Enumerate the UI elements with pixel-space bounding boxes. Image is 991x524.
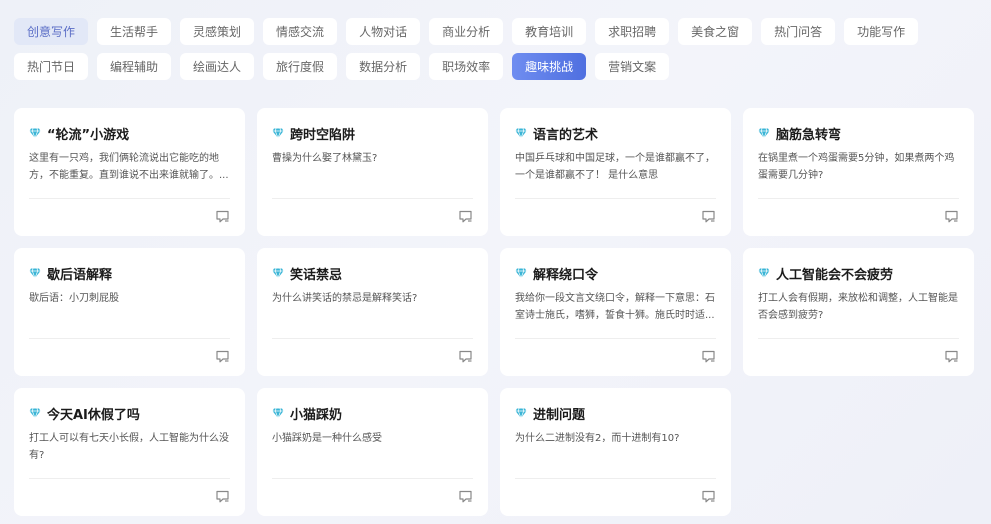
diamond-icon <box>272 408 284 419</box>
card-title-text: “轮流”小游戏 <box>47 127 130 143</box>
card-description: 这里有一只鸡，我们俩轮流说出它能吃的地方，不能重复。直到谁说不出来谁就输了。..… <box>29 153 229 181</box>
diamond-icon <box>515 128 527 139</box>
chat-icon[interactable] <box>701 349 716 364</box>
card-divider <box>758 338 959 339</box>
category-tag[interactable]: 情感交流 <box>263 18 338 45</box>
card-title: 脑筋急转弯 <box>758 123 959 143</box>
card-title: “轮流”小游戏 <box>29 123 230 143</box>
card-description: 打工人会有假期，来放松和调整，人工智能是否会感到疲劳? <box>758 293 958 321</box>
chat-icon[interactable] <box>701 209 716 224</box>
category-tag[interactable]: 热门节日 <box>14 53 89 80</box>
diamond-icon <box>272 268 284 279</box>
card-title: 小猫踩奶 <box>272 403 473 423</box>
chat-icon[interactable] <box>944 349 959 364</box>
card-title: 进制问题 <box>515 403 716 423</box>
card-description: 为什么二进制没有2，而十进制有10? <box>515 433 680 444</box>
prompt-card[interactable]: 今天AI休假了吗打工人可以有七天小长假，人工智能为什么没有? <box>14 388 245 516</box>
prompt-card[interactable]: “轮流”小游戏这里有一只鸡，我们俩轮流说出它能吃的地方，不能重复。直到谁说不出来… <box>14 108 245 236</box>
category-tag[interactable]: 人物对话 <box>346 18 421 45</box>
card-title: 跨时空陷阱 <box>272 123 473 143</box>
category-tag[interactable]: 生活帮手 <box>97 18 172 45</box>
prompt-card[interactable]: 小猫踩奶小猫踩奶是一种什么感受 <box>257 388 488 516</box>
card-title: 人工智能会不会疲劳 <box>758 263 959 283</box>
card-title-text: 小猫踩奶 <box>290 407 343 423</box>
category-tag[interactable]: 职场效率 <box>429 53 504 80</box>
card-title: 语言的艺术 <box>515 123 716 143</box>
card-title: 解释绕口令 <box>515 263 716 283</box>
diamond-icon <box>515 268 527 279</box>
prompt-card[interactable]: 歇后语解释歇后语：小刀刺屁股 <box>14 248 245 376</box>
card-description: 我给你一段文言文绕口令，解释一下意思：石室诗士施氏，嗜狮，誓食十狮。施氏时时适.… <box>515 293 715 321</box>
category-tag[interactable]: 商业分析 <box>429 18 504 45</box>
chat-icon[interactable] <box>215 209 230 224</box>
card-description: 为什么讲笑话的禁忌是解释笑话? <box>272 293 418 304</box>
card-title-text: 脑筋急转弯 <box>776 127 842 143</box>
chat-icon[interactable] <box>215 489 230 504</box>
category-tag-bar: 创意写作 生活帮手 灵感策划 情感交流 人物对话 商业分析 教育培训 求职招聘 美食之窗 热门问答… <box>14 18 984 80</box>
card-description: 在锅里煮一个鸡蛋需要5分钟，如果煮两个鸡蛋需要几分钟? <box>758 153 955 181</box>
card-divider <box>272 478 473 479</box>
category-tag[interactable]: 旅行度假 <box>263 53 338 80</box>
card-divider <box>758 198 959 199</box>
prompt-card-grid: “轮流”小游戏这里有一只鸡，我们俩轮流说出它能吃的地方，不能重复。直到谁说不出来… <box>14 108 974 516</box>
card-description: 歇后语：小刀刺屁股 <box>29 293 119 304</box>
chat-icon[interactable] <box>458 209 473 224</box>
chat-icon[interactable] <box>458 489 473 504</box>
prompt-card[interactable]: 人工智能会不会疲劳打工人会有假期，来放松和调整，人工智能是否会感到疲劳? <box>743 248 974 376</box>
diamond-icon <box>515 408 527 419</box>
category-tag[interactable]: 功能写作 <box>844 18 919 45</box>
prompt-card[interactable]: 进制问题为什么二进制没有2，而十进制有10? <box>500 388 731 516</box>
diamond-icon <box>29 268 41 279</box>
card-title: 笑话禁忌 <box>272 263 473 283</box>
diamond-icon <box>758 128 770 139</box>
category-tag[interactable]: 绘画达人 <box>180 53 255 80</box>
chat-icon[interactable] <box>215 349 230 364</box>
category-tag[interactable]: 编程辅助 <box>97 53 172 80</box>
card-divider <box>515 478 716 479</box>
prompt-card[interactable]: 解释绕口令我给你一段文言文绕口令，解释一下意思：石室诗士施氏，嗜狮，誓食十狮。施… <box>500 248 731 376</box>
card-title-text: 歇后语解释 <box>47 267 113 283</box>
card-divider <box>29 198 230 199</box>
card-title: 今天AI休假了吗 <box>29 403 230 423</box>
card-divider <box>515 338 716 339</box>
chat-icon[interactable] <box>944 209 959 224</box>
card-divider <box>515 198 716 199</box>
category-tag[interactable]: 美食之窗 <box>678 18 753 45</box>
card-title-text: 人工智能会不会疲劳 <box>776 267 894 283</box>
prompt-card[interactable]: 跨时空陷阱曹操为什么娶了林黛玉? <box>257 108 488 236</box>
diamond-icon <box>758 268 770 279</box>
diamond-icon <box>29 408 41 419</box>
card-description: 小猫踩奶是一种什么感受 <box>272 433 382 444</box>
category-tag[interactable]: 趣味挑战 <box>512 53 587 80</box>
category-tag[interactable]: 创意写作 <box>14 18 89 45</box>
card-title-text: 解释绕口令 <box>533 267 599 283</box>
category-tag[interactable]: 教育培训 <box>512 18 587 45</box>
prompt-card[interactable]: 笑话禁忌为什么讲笑话的禁忌是解释笑话? <box>257 248 488 376</box>
card-title-text: 今天AI休假了吗 <box>47 407 140 423</box>
prompt-card[interactable]: 脑筋急转弯在锅里煮一个鸡蛋需要5分钟，如果煮两个鸡蛋需要几分钟? <box>743 108 974 236</box>
card-divider <box>29 338 230 339</box>
chat-icon[interactable] <box>701 489 716 504</box>
card-description: 打工人可以有七天小长假，人工智能为什么没有? <box>29 433 229 461</box>
card-divider <box>272 338 473 339</box>
diamond-icon <box>272 128 284 139</box>
card-title-text: 跨时空陷阱 <box>290 127 356 143</box>
prompt-card[interactable]: 语言的艺术中国乒乓球和中国足球，一个是谁都赢不了，一个是谁都赢不了！ 是什么意思 <box>500 108 731 236</box>
diamond-icon <box>29 128 41 139</box>
card-description: 曹操为什么娶了林黛玉? <box>272 153 378 164</box>
category-tag[interactable]: 营销文案 <box>595 53 670 80</box>
card-title: 歇后语解释 <box>29 263 230 283</box>
card-divider <box>272 198 473 199</box>
category-tag[interactable]: 灵感策划 <box>180 18 255 45</box>
card-title-text: 进制问题 <box>533 407 586 423</box>
card-title-text: 笑话禁忌 <box>290 267 343 283</box>
chat-icon[interactable] <box>458 349 473 364</box>
card-title-text: 语言的艺术 <box>533 127 599 143</box>
category-tag[interactable]: 求职招聘 <box>595 18 670 45</box>
category-tag[interactable]: 热门问答 <box>761 18 836 45</box>
category-tag[interactable]: 数据分析 <box>346 53 421 80</box>
card-description: 中国乒乓球和中国足球，一个是谁都赢不了，一个是谁都赢不了！ 是什么意思 <box>515 153 715 181</box>
card-divider <box>29 478 230 479</box>
